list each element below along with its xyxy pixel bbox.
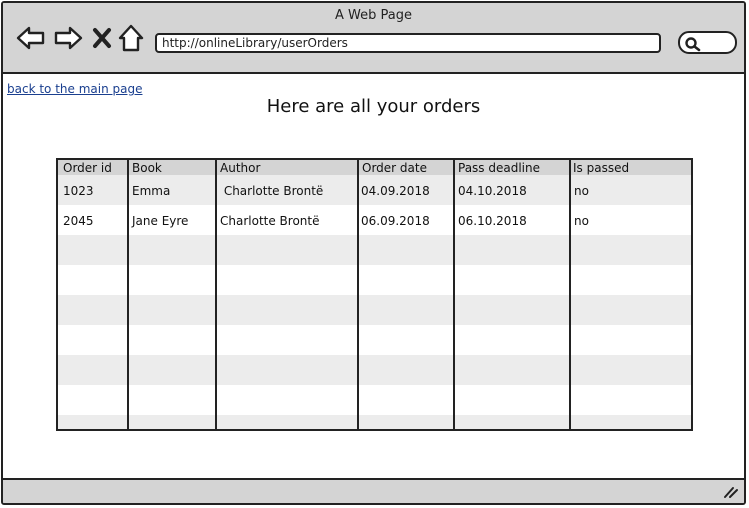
column-header-order-id: Order id bbox=[63, 161, 112, 175]
cell-is-passed: no bbox=[574, 184, 589, 198]
search-field[interactable] bbox=[678, 31, 737, 54]
cell-order-date: 06.09.2018 bbox=[361, 214, 430, 228]
cell-author: Charlotte Brontë bbox=[220, 184, 324, 198]
close-x-icon[interactable] bbox=[92, 27, 112, 49]
table-row-stripe bbox=[58, 235, 691, 265]
cell-order-date: 04.09.2018 bbox=[361, 184, 430, 198]
column-divider bbox=[569, 160, 571, 429]
column-header-book: Book bbox=[132, 161, 162, 175]
cell-pass-deadline: 06.10.2018 bbox=[458, 214, 527, 228]
back-arrow-icon[interactable] bbox=[16, 25, 46, 51]
column-divider bbox=[357, 160, 359, 429]
cell-book: Jane Eyre bbox=[132, 214, 189, 228]
resize-grip-icon[interactable] bbox=[723, 485, 739, 499]
forward-arrow-icon[interactable] bbox=[53, 25, 83, 51]
cell-order-id: 1023 bbox=[63, 184, 94, 198]
status-bar bbox=[3, 478, 744, 503]
column-header-pass-deadline: Pass deadline bbox=[458, 161, 540, 175]
cell-author: Charlotte Brontë bbox=[220, 214, 320, 228]
table-row-stripe bbox=[58, 355, 691, 385]
column-header-author: Author bbox=[220, 161, 261, 175]
table-row-stripe bbox=[58, 295, 691, 325]
search-icon bbox=[685, 37, 701, 52]
home-icon[interactable] bbox=[118, 24, 144, 52]
window-title: A Web Page bbox=[335, 8, 412, 23]
column-divider bbox=[127, 160, 129, 429]
cell-pass-deadline: 04.10.2018 bbox=[458, 184, 527, 198]
table-row-stripe bbox=[58, 415, 691, 429]
address-bar[interactable]: http://onlineLibrary/userOrders bbox=[155, 33, 661, 53]
column-divider bbox=[453, 160, 455, 429]
cell-is-passed: no bbox=[574, 214, 589, 228]
column-header-order-date: Order date bbox=[362, 161, 427, 175]
browser-toolbar: A Web Page http://onlineLibrary/userOrde… bbox=[3, 3, 744, 74]
cell-order-id: 2045 bbox=[63, 214, 94, 228]
browser-window: A Web Page http://onlineLibrary/userOrde… bbox=[1, 1, 746, 505]
back-to-main-link[interactable]: back to the main page bbox=[7, 82, 142, 96]
column-header-is-passed: Is passed bbox=[573, 161, 630, 175]
column-divider bbox=[215, 160, 217, 429]
page-title: Here are all your orders bbox=[266, 96, 481, 117]
orders-table: Order id Book Author Order date Pass dea… bbox=[56, 158, 693, 431]
cell-book: Emma bbox=[132, 184, 171, 198]
